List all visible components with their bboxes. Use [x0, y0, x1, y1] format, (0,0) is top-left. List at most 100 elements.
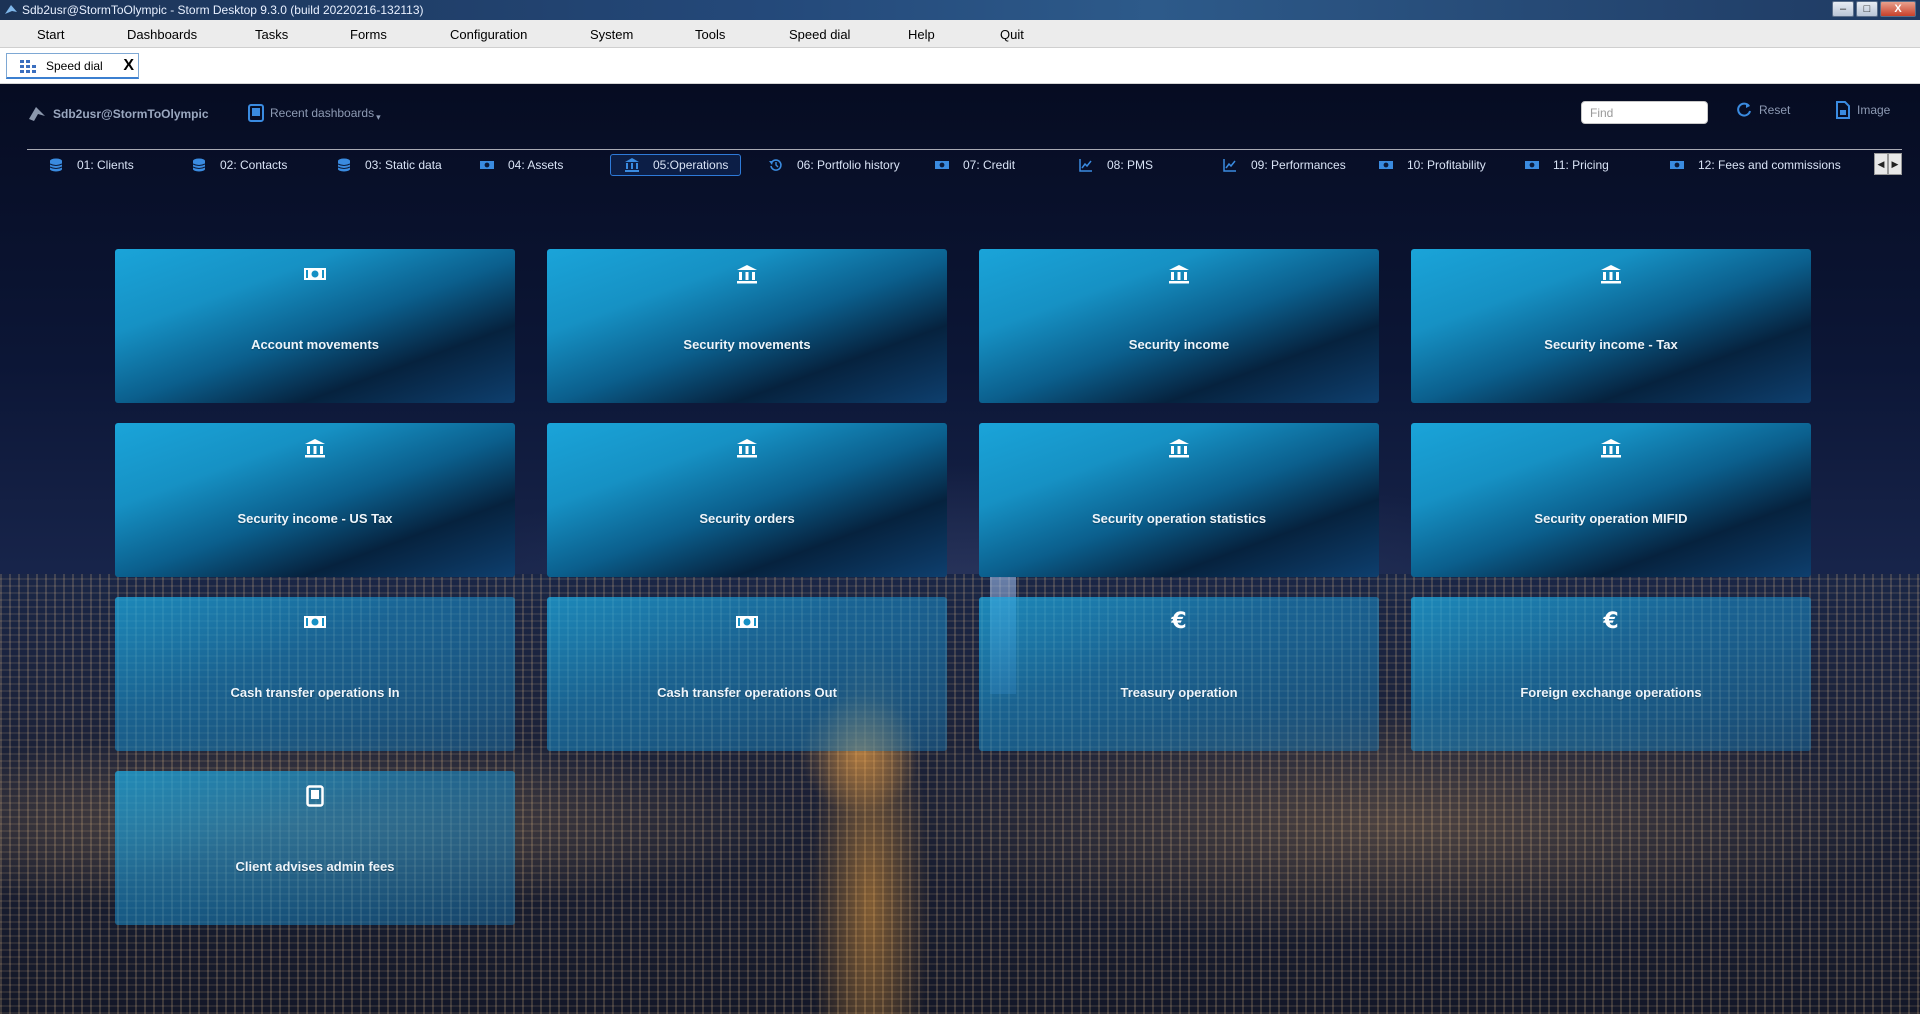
- tab-speed-dial[interactable]: Speed dial X: [6, 53, 139, 79]
- menu-dashboards[interactable]: Dashboards: [127, 27, 197, 42]
- tile-client-advises-admin-fees[interactable]: Client advises admin fees: [115, 771, 515, 925]
- image-button[interactable]: Image: [1835, 101, 1890, 119]
- speed-dial-icon: [20, 59, 36, 73]
- menu-start[interactable]: Start: [37, 27, 64, 42]
- database-icon: [192, 158, 206, 172]
- tile-label: Security operation MIFID: [1534, 511, 1688, 526]
- window-title-bar: Sdb2usr@StormToOlympic - Storm Desktop 9…: [0, 0, 1920, 20]
- refresh-icon: [1737, 102, 1751, 117]
- tile-cash-transfer-operations-in[interactable]: Cash transfer operations In: [115, 597, 515, 751]
- money-icon: [1670, 161, 1684, 169]
- euro-icon: €: [1603, 609, 1619, 634]
- dashboard-tab-label: 07: Credit: [963, 158, 1016, 172]
- minimize-button[interactable]: –: [1832, 1, 1854, 17]
- dashboard-tab-operations[interactable]: 05:Operations: [610, 154, 742, 176]
- menu-configuration[interactable]: Configuration: [450, 27, 527, 42]
- money-icon: [935, 161, 949, 169]
- tile-security-income-us-tax[interactable]: Security income - US Tax: [115, 423, 515, 577]
- recent-dashboards-label: Recent dashboards: [270, 105, 375, 120]
- dashboard-tab-pms[interactable]: 08: PMS: [1079, 154, 1153, 176]
- bank-icon: [1166, 263, 1192, 285]
- dashboard-tab-bar: 01: Clients 02: Contacts 03: Static data…: [27, 149, 1902, 176]
- menu-help[interactable]: Help: [908, 27, 935, 42]
- tile-label: Client advises admin fees: [235, 859, 395, 874]
- storm-app-icon: [5, 5, 17, 14]
- tile-label: Cash transfer operations In: [230, 685, 400, 700]
- tile-label: Security movements: [683, 337, 811, 352]
- tab-speed-dial-label: Speed dial: [46, 58, 103, 73]
- dashboard-tab-profitability[interactable]: 10: Profitability: [1379, 154, 1486, 176]
- dashboard-tab-contacts[interactable]: 02: Contacts: [192, 154, 287, 176]
- tile-label: Cash transfer operations Out: [657, 685, 837, 700]
- tile-account-movements[interactable]: Account movements: [115, 249, 515, 403]
- close-tab-icon[interactable]: X: [123, 57, 134, 75]
- reset-label: Reset: [1759, 103, 1791, 117]
- menu-system[interactable]: System: [590, 27, 633, 42]
- dashboard-tab-fees-and-commissions[interactable]: 12: Fees and commissions: [1670, 154, 1841, 176]
- tile-cash-transfer-operations-out[interactable]: Cash transfer operations Out: [547, 597, 947, 751]
- dashboard-tab-static-data[interactable]: 03: Static data: [337, 154, 442, 176]
- tile-label: Security income - US Tax: [237, 511, 393, 526]
- tile-label: Account movements: [251, 337, 379, 352]
- chevron-down-icon: ▾: [376, 112, 381, 122]
- menu-quit[interactable]: Quit: [1000, 27, 1024, 42]
- speed-dial-workspace: Sdb2usr@StormToOlympic Recent dashboards…: [0, 84, 1920, 1014]
- money-icon: [1379, 161, 1393, 169]
- close-window-button[interactable]: X: [1880, 1, 1916, 17]
- dashboard-tab-label: 03: Static data: [365, 158, 442, 172]
- tile-security-operation-mifid[interactable]: Security operation MIFID: [1411, 423, 1811, 577]
- menu-tasks[interactable]: Tasks: [255, 27, 288, 42]
- tile-label: Security operation statistics: [1091, 511, 1267, 526]
- tile-security-income[interactable]: Security income: [979, 249, 1379, 403]
- find-input[interactable]: [1581, 101, 1708, 124]
- recent-dashboards-button[interactable]: Recent dashboards ▾: [248, 102, 381, 123]
- money-icon: [1525, 161, 1539, 169]
- tile-foreign-exchange-operations[interactable]: € Foreign exchange operations: [1411, 597, 1811, 751]
- user-name: Sdb2usr@StormToOlympic: [53, 107, 209, 121]
- dashboard-tab-label: 02: Contacts: [220, 158, 288, 172]
- dashboard-tab-label: 10: Profitability: [1407, 158, 1486, 172]
- tile-security-operation-statistics[interactable]: Security operation statistics: [979, 423, 1379, 577]
- tile-label: Foreign exchange operations: [1520, 685, 1702, 700]
- tile-label: Treasury operation: [1120, 685, 1238, 700]
- dashboard-tab-portfolio-history[interactable]: 06: Portfolio history: [769, 154, 900, 176]
- menu-speed-dial[interactable]: Speed dial: [789, 27, 850, 42]
- tile-treasury-operation[interactable]: € Treasury operation: [979, 597, 1379, 751]
- bank-icon: [734, 263, 760, 285]
- bank-icon: [625, 158, 639, 172]
- dashboard-tab-assets[interactable]: 04: Assets: [480, 154, 563, 176]
- menu-tools[interactable]: Tools: [695, 27, 725, 42]
- reset-button[interactable]: Reset: [1735, 101, 1790, 119]
- dashboard-tab-label: 09: Performances: [1251, 158, 1346, 172]
- tile-label: Security income - Tax: [1544, 337, 1678, 352]
- menu-forms[interactable]: Forms: [350, 27, 387, 42]
- money-icon: [302, 611, 328, 633]
- money-icon: [302, 263, 328, 285]
- dashboard-tab-label: 05:Operations: [653, 158, 729, 172]
- bank-icon: [302, 437, 328, 459]
- dashboard-tab-credit[interactable]: 07: Credit: [935, 154, 1015, 176]
- dashboard-tab-label: 12: Fees and commissions: [1698, 158, 1841, 172]
- menu-bar: Start Dashboards Tasks Forms Configurati…: [0, 20, 1920, 48]
- database-icon: [49, 158, 63, 172]
- tile-security-income-tax[interactable]: Security income - Tax: [1411, 249, 1811, 403]
- euro-icon: €: [1171, 609, 1187, 634]
- bank-icon: [1166, 437, 1192, 459]
- history-icon: [769, 159, 782, 171]
- dashboard-tab-clients[interactable]: 01: Clients: [49, 154, 134, 176]
- money-icon: [480, 161, 494, 169]
- tile-label: Security income: [1128, 337, 1230, 352]
- maximize-button[interactable]: □: [1856, 1, 1878, 17]
- dashboard-tab-label: 06: Portfolio history: [797, 158, 900, 172]
- tablet-icon: [302, 785, 328, 807]
- dashboard-tab-performances[interactable]: 09: Performances: [1223, 154, 1346, 176]
- tablet-icon: [248, 103, 264, 122]
- dashboard-tab-label: 11: Pricing: [1553, 158, 1609, 172]
- document-tab-strip: Speed dial X: [0, 48, 1920, 84]
- tile-security-orders[interactable]: Security orders: [547, 423, 947, 577]
- tile-security-movements[interactable]: Security movements: [547, 249, 947, 403]
- scroll-left-button[interactable]: ◀: [1874, 153, 1888, 175]
- dashboard-tab-pricing[interactable]: 11: Pricing: [1525, 154, 1609, 176]
- dashboard-tab-label: 08: PMS: [1107, 158, 1154, 172]
- scroll-right-button[interactable]: ▶: [1888, 153, 1902, 175]
